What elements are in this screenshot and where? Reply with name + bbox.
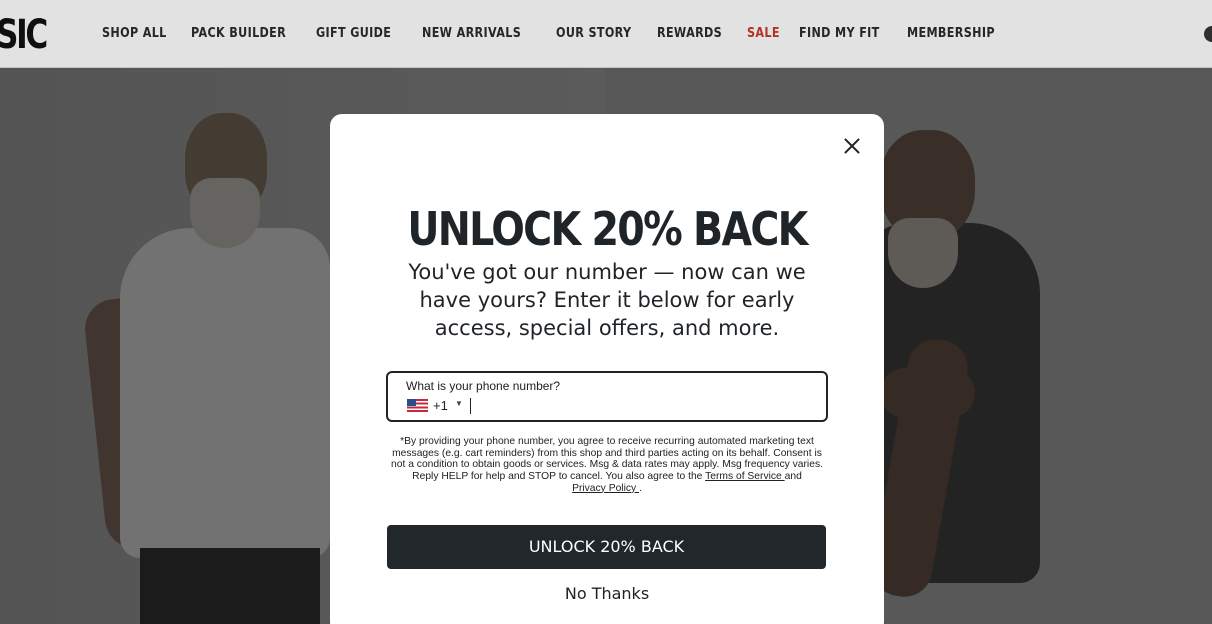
text-cursor: [470, 398, 471, 414]
unlock-button[interactable]: UNLOCK 20% BACK: [387, 525, 826, 569]
consent-text: *By providing your phone number, you agr…: [388, 436, 826, 495]
terms-link[interactable]: Terms of Service: [705, 471, 785, 482]
modal-subtitle: You've got our number — now can we have …: [408, 260, 806, 340]
privacy-link[interactable]: Privacy Policy: [572, 483, 639, 494]
phone-input[interactable]: [468, 395, 808, 415]
modal-title: UNLOCK 20% BACK: [407, 202, 808, 256]
country-code[interactable]: +1: [433, 398, 448, 413]
close-icon[interactable]: [840, 134, 864, 158]
phone-field[interactable]: What is your phone number? +1 ▼: [386, 371, 828, 422]
phone-field-label: What is your phone number?: [406, 379, 561, 393]
consent-end: .: [639, 482, 642, 494]
chevron-down-icon[interactable]: ▼: [455, 399, 463, 408]
us-flag-icon[interactable]: [407, 399, 428, 412]
sms-signup-modal: UNLOCK 20% BACK You've got our number — …: [330, 114, 884, 624]
no-thanks-button[interactable]: No Thanks: [330, 584, 884, 603]
consent-and: and: [784, 471, 802, 483]
